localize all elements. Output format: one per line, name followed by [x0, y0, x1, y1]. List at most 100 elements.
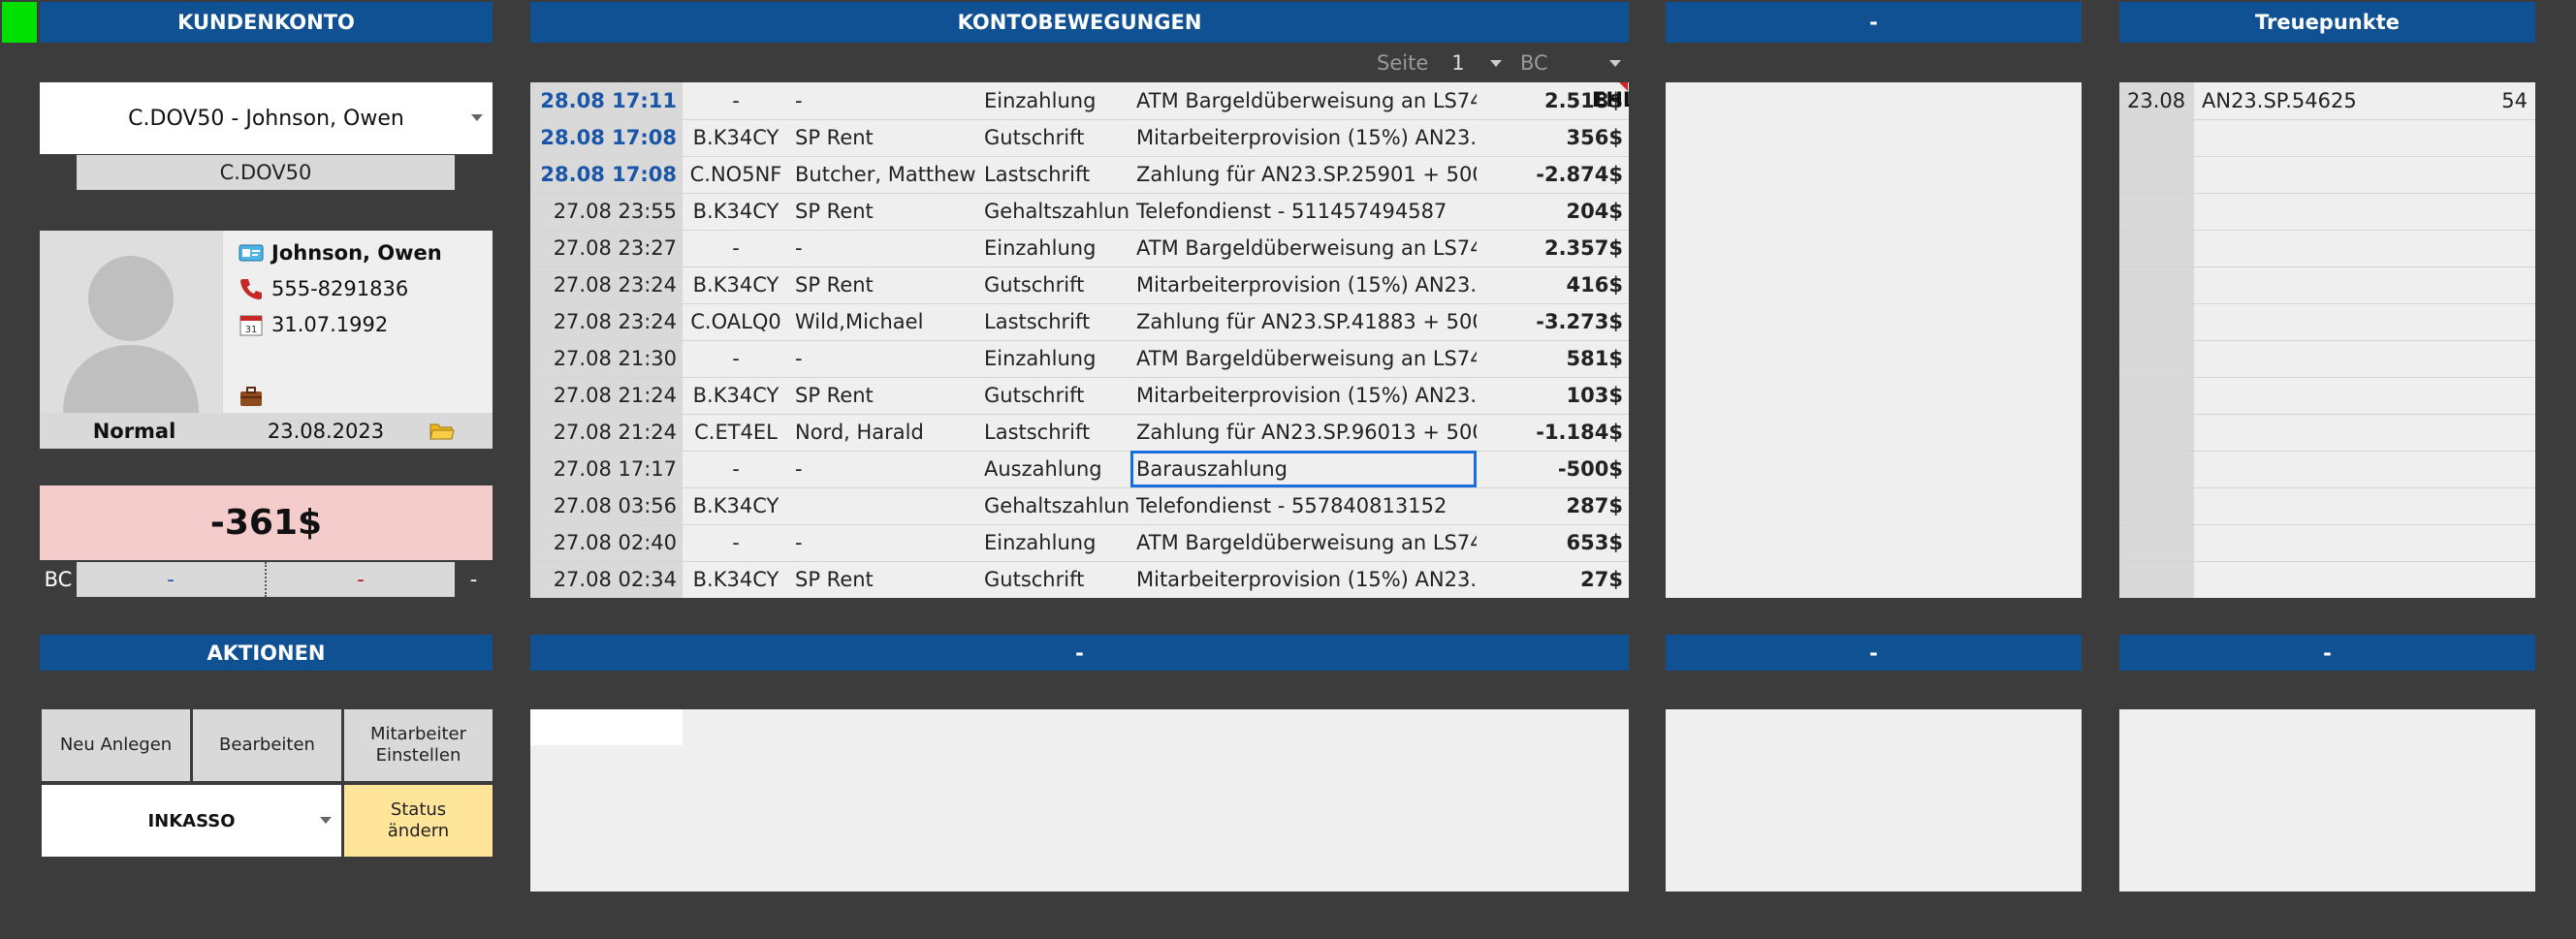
row-date[interactable]: 28.08 17:08 — [530, 119, 683, 157]
empty-cell[interactable] — [2119, 377, 2194, 415]
row-type[interactable]: Gehaltszahlung — [978, 193, 1130, 231]
row-code[interactable]: - — [683, 524, 789, 562]
bc-filter-chevron-down-icon[interactable] — [1609, 59, 1621, 67]
table-row[interactable]: 27.08 21:24 C.ET4EL Nord, Harald Lastschrif… — [530, 414, 1629, 452]
table-row[interactable]: 28.08 17:08 C.NO5NF Butcher, Matthew Lastsc… — [530, 156, 1629, 194]
row-code[interactable]: - — [683, 82, 789, 120]
row-description[interactable]: Mitarbeiterprovision (15%) AN23.SP.9 — [1130, 377, 1477, 415]
row-description[interactable]: Telefondienst - 557840813152 — [1130, 487, 1477, 525]
empty-cell[interactable] — [2194, 377, 2485, 415]
row-code[interactable]: B.K34CY — [683, 487, 789, 525]
empty-cell[interactable] — [2194, 414, 2485, 452]
empty-cell[interactable] — [2485, 340, 2535, 378]
row-type[interactable]: Einzahlung — [978, 82, 1130, 120]
row-description[interactable]: Zahlung für AN23.SP.25901 + 500$ K — [1130, 156, 1477, 194]
row-description[interactable]: Telefondienst - 511457494587 — [1130, 193, 1477, 231]
table-row-empty[interactable] — [2119, 193, 2535, 231]
row-code[interactable]: B.K34CY — [683, 377, 789, 415]
row-type[interactable]: Gutschrift — [978, 119, 1130, 157]
row-description[interactable]: Barauszahlung — [1130, 451, 1477, 488]
row-code[interactable]: B.K34CY — [683, 266, 789, 304]
points-value[interactable]: 54 — [2485, 82, 2535, 120]
page-chevron-down-icon[interactable] — [1489, 59, 1502, 67]
row-date[interactable]: 27.08 21:24 — [530, 414, 683, 452]
edit-button[interactable]: Bearbeiten — [193, 709, 341, 781]
row-description[interactable]: ATM Bargeldüberweisung an LS7474 — [1130, 82, 1477, 120]
row-code[interactable]: - — [683, 230, 789, 267]
inkasso-select[interactable]: INKASSO — [42, 785, 341, 857]
empty-cell[interactable] — [2119, 156, 2194, 194]
row-date[interactable]: 27.08 02:40 — [530, 524, 683, 562]
empty-cell[interactable] — [2194, 230, 2485, 267]
row-date[interactable]: 27.08 21:30 — [530, 340, 683, 378]
row-date[interactable]: 27.08 23:55 — [530, 193, 683, 231]
change-status-button[interactable]: Status ändern — [344, 785, 493, 857]
empty-cell[interactable] — [2119, 266, 2194, 304]
empty-cell[interactable] — [2194, 119, 2485, 157]
row-description[interactable]: Zahlung für AN23.SP.41883 + 500$ K — [1130, 303, 1477, 341]
row-name[interactable]: - — [789, 230, 978, 267]
empty-cell[interactable] — [2194, 303, 2485, 341]
row-code[interactable]: B.K34CY — [683, 561, 789, 598]
row-name[interactable]: Butcher, Matthew — [789, 156, 978, 194]
table-row[interactable]: 27.08 02:40- - Einzahlung ATM Bargeldüberwe… — [530, 524, 1629, 562]
row-name[interactable]: - — [789, 82, 978, 120]
row-amount[interactable]: 653$ — [1477, 524, 1629, 562]
empty-cell[interactable] — [2485, 487, 2535, 525]
empty-cell[interactable] — [2194, 156, 2485, 194]
empty-cell[interactable] — [2119, 230, 2194, 267]
row-code[interactable]: C.OALQ0 — [683, 303, 789, 341]
row-description[interactable]: ATM Bargeldüberweisung an LS7474 — [1130, 340, 1477, 378]
hire-staff-button[interactable]: Mitarbeiter Einstellen — [344, 709, 493, 781]
row-type[interactable]: Einzahlung — [978, 524, 1130, 562]
table-row[interactable]: 27.08 17:17- - Auszahlung Barauszahlung -500… — [530, 451, 1629, 488]
row-name[interactable]: - — [789, 340, 978, 378]
row-name[interactable]: SP Rent — [789, 119, 978, 157]
row-amount[interactable]: 356$ — [1477, 119, 1629, 157]
row-amount[interactable]: -500$ — [1477, 451, 1629, 488]
empty-cell[interactable] — [2119, 561, 2194, 598]
row-date[interactable]: 27.08 02:34 — [530, 561, 683, 598]
row-amount[interactable]: 204$ — [1477, 193, 1629, 231]
table-row-empty[interactable] — [2119, 561, 2535, 598]
row-amount[interactable]: -3.273$ — [1477, 303, 1629, 341]
empty-cell[interactable] — [2485, 524, 2535, 562]
row-type[interactable]: Gutschrift — [978, 266, 1130, 304]
row-code[interactable]: - — [683, 451, 789, 488]
row-name[interactable]: SP Rent — [789, 193, 978, 231]
row-name[interactable]: - — [789, 524, 978, 562]
table-row[interactable]: 27.08 21:30- - Einzahlung ATM Bargeldüberwe… — [530, 340, 1629, 378]
empty-cell[interactable] — [2485, 561, 2535, 598]
table-row[interactable]: 27.08 21:24 B.K34CY SP Rent Gutschrift Mitar… — [530, 377, 1629, 415]
row-amount[interactable]: 416$ — [1477, 266, 1629, 304]
row-type[interactable]: Gutschrift — [978, 561, 1130, 598]
row-description[interactable]: Mitarbeiterprovision (15%) AN23.SP.2 — [1130, 119, 1477, 157]
empty-cell[interactable] — [2119, 340, 2194, 378]
table-row[interactable]: 28.08 17:08 B.K34CY SP Rent Gutschrift Mitar… — [530, 119, 1629, 157]
empty-cell[interactable] — [2485, 303, 2535, 341]
row-amount[interactable]: -2.874$ — [1477, 156, 1629, 194]
empty-cell[interactable] — [2485, 230, 2535, 267]
row-type[interactable]: Auszahlung — [978, 451, 1130, 488]
row-name[interactable]: Wild,Michael — [789, 303, 978, 341]
empty-cell[interactable] — [2119, 451, 2194, 488]
row-description[interactable]: ATM Bargeldüberweisung an LS7474 — [1130, 230, 1477, 267]
row-name[interactable]: SP Rent — [789, 377, 978, 415]
empty-cell[interactable] — [2485, 193, 2535, 231]
table-row-empty[interactable] — [2119, 487, 2535, 525]
row-amount[interactable]: 2.357$ — [1477, 230, 1629, 267]
empty-cell[interactable] — [2194, 340, 2485, 378]
row-code[interactable]: B.K34CY — [683, 193, 789, 231]
row-type[interactable]: Gutschrift — [978, 377, 1130, 415]
table-row-empty[interactable] — [2119, 156, 2535, 194]
chevron-down-icon[interactable] — [471, 114, 483, 121]
empty-cell[interactable] — [2194, 487, 2485, 525]
empty-cell[interactable] — [2485, 451, 2535, 488]
page-selector[interactable]: Seite 1 — [1377, 48, 1512, 78]
empty-cell[interactable] — [2485, 414, 2535, 452]
table-row[interactable]: 27.08 23:27- - Einzahlung ATM Bargeldüberwe… — [530, 230, 1629, 267]
table-row-empty[interactable] — [2119, 414, 2535, 452]
table-row-empty[interactable] — [2119, 266, 2535, 304]
row-type[interactable]: Lastschrift — [978, 414, 1130, 452]
row-name[interactable] — [789, 487, 978, 525]
